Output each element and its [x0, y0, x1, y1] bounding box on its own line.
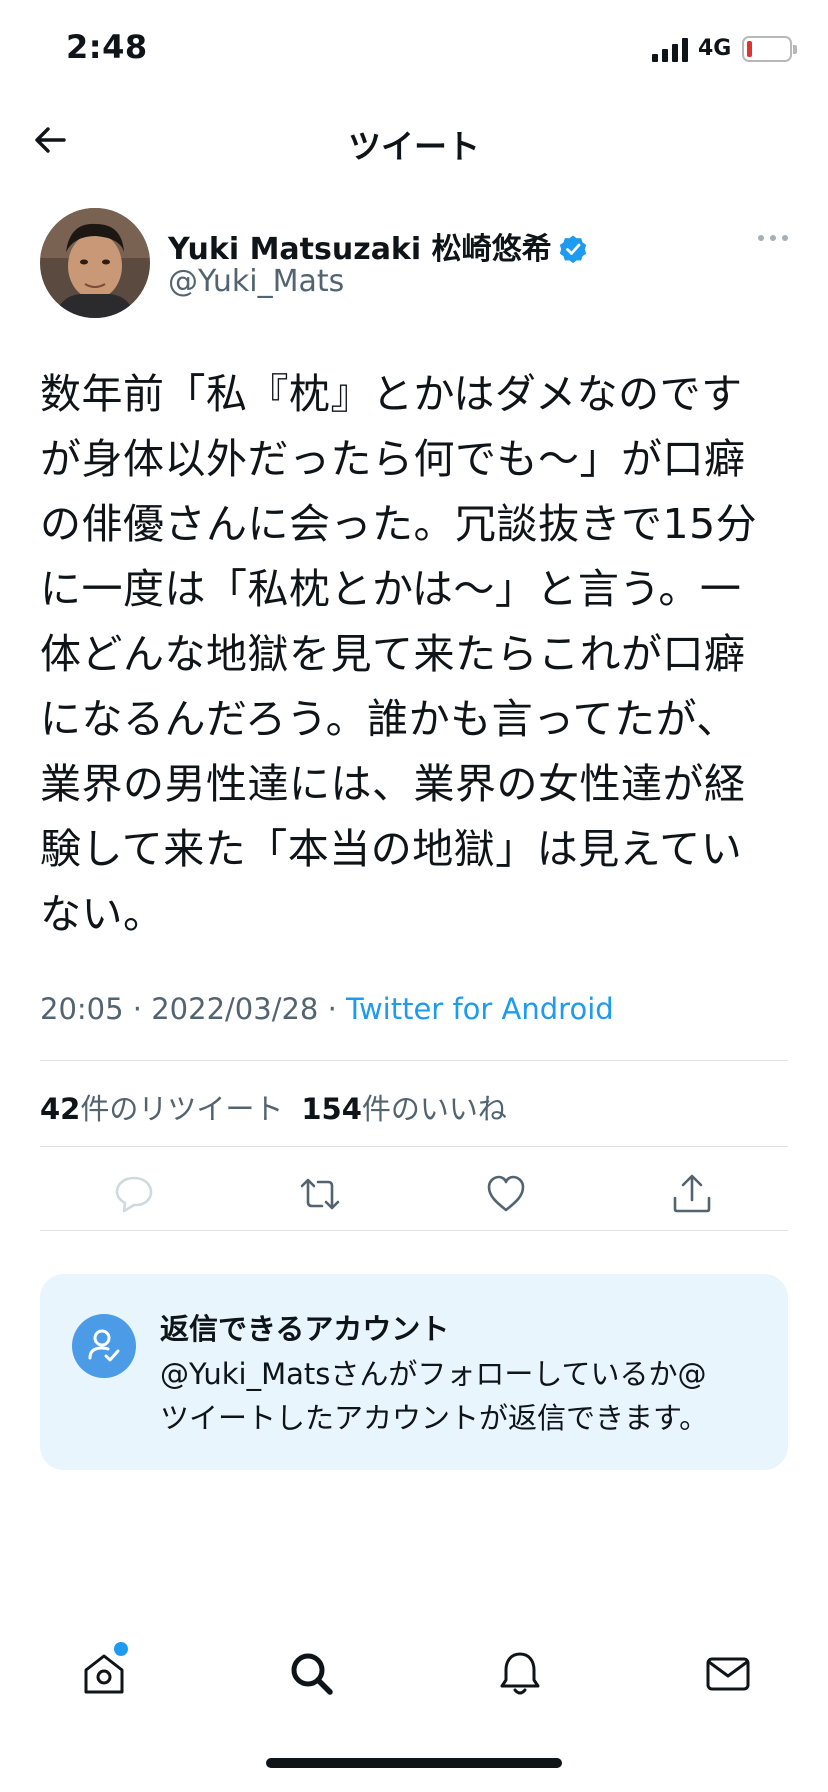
reply-restriction-icon [72, 1314, 136, 1378]
share-icon[interactable] [670, 1172, 714, 1216]
tweet-timestamp: 20:05 · 2022/03/28 · [40, 992, 347, 1026]
network-type: 4G [698, 36, 732, 61]
home-indicator[interactable] [266, 1758, 562, 1768]
more-options-icon[interactable] [756, 232, 790, 244]
tweet-stats: 42件のリツイート 154件のいいね [40, 1086, 507, 1128]
home-notification-dot [114, 1642, 128, 1656]
divider [40, 1060, 788, 1061]
top-bar: ツイート [0, 100, 828, 180]
reply-icon[interactable] [112, 1172, 156, 1216]
status-bar: 2:48 4G [0, 0, 828, 100]
likes-count: 154 [301, 1092, 362, 1126]
tweet-text: 数年前「私『枕』とかはダメなのです が身体以外だったら何でも～」が口癖 の俳優さ… [40, 370, 758, 938]
like-heart-icon[interactable] [484, 1172, 528, 1216]
notifications-tab-icon[interactable] [494, 1648, 546, 1700]
reply-restriction-body: @Yuki_Matsさんがフォローしているか@ ツイートしたアカウントが返信でき… [160, 1357, 709, 1435]
likes-stat[interactable]: 154件のいいね [301, 1092, 507, 1126]
tweet-meta: 20:05 · 2022/03/28 · Twitter for Android [40, 992, 614, 1026]
retweet-icon[interactable] [298, 1172, 342, 1216]
display-name-text: Yuki Matsuzaki 松崎悠希 [168, 232, 552, 267]
retweets-label: 件のリツイート [80, 1092, 284, 1126]
reply-restriction-card: 返信できるアカウント @Yuki_Matsさんがフォローしているか@ ツイートし… [40, 1274, 788, 1470]
page-title: ツイート [348, 127, 480, 166]
user-handle[interactable]: @Yuki_Mats [168, 264, 344, 299]
person-check-icon [88, 1329, 120, 1362]
display-name[interactable]: Yuki Matsuzaki 松崎悠希 [168, 224, 588, 268]
retweets-count: 42 [40, 1092, 81, 1126]
tweet-author: Yuki Matsuzaki 松崎悠希 @Yuki_Mats [40, 208, 790, 320]
divider [40, 1230, 788, 1231]
status-time: 2:48 [66, 28, 148, 66]
divider [40, 1146, 788, 1147]
bottom-tab-bar [0, 1630, 828, 1730]
retweets-stat[interactable]: 42件のリツイート [40, 1092, 283, 1126]
likes-label: 件のいいね [361, 1092, 507, 1126]
tweet-source-link[interactable]: Twitter for Android [346, 992, 614, 1026]
battery-icon [742, 36, 797, 62]
avatar[interactable] [40, 208, 150, 318]
cell-signal-icon [652, 38, 688, 62]
tweet-actions [40, 1164, 788, 1224]
messages-tab-icon[interactable] [702, 1648, 754, 1700]
verified-badge-icon [559, 235, 586, 264]
reply-restriction-title: 返信できるアカウント [160, 1312, 450, 1346]
avatar-photo [40, 208, 150, 318]
search-tab-icon[interactable] [286, 1648, 338, 1700]
